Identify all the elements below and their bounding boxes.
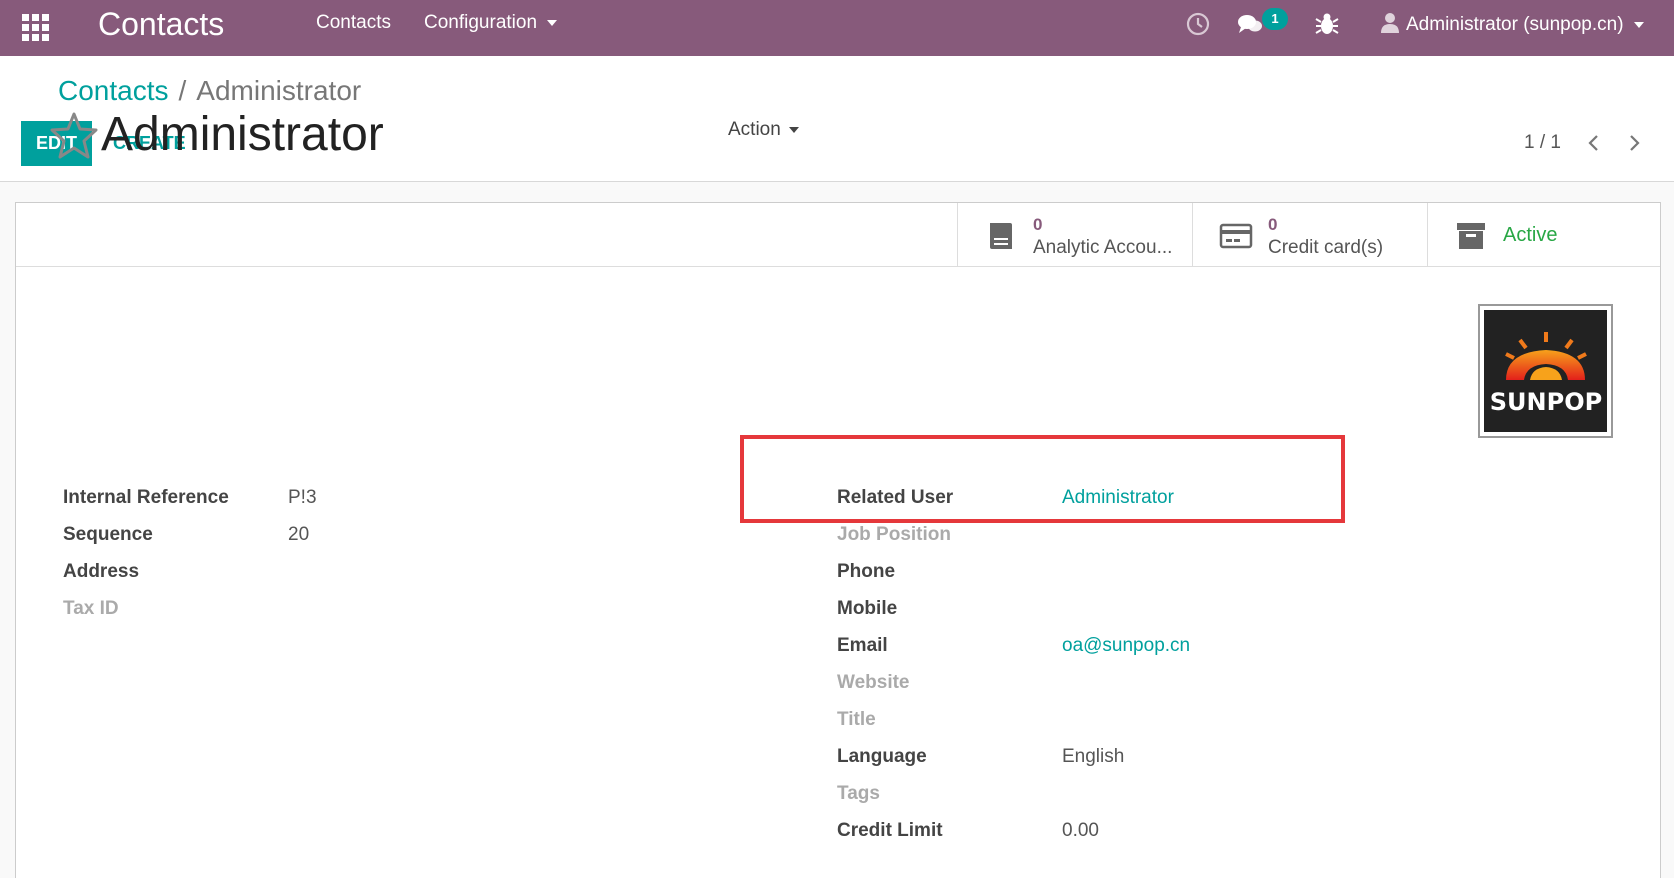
email-link[interactable]: oa@sunpop.cn bbox=[1062, 634, 1190, 658]
record-name: Administrator bbox=[101, 108, 384, 161]
breadcrumb-separator: / bbox=[178, 75, 187, 106]
book-icon bbox=[990, 223, 1012, 249]
internal-reference-value: P!3 bbox=[288, 487, 317, 508]
chevron-right-icon[interactable] bbox=[1624, 132, 1644, 154]
credit-cards-button[interactable]: 0 Credit card(s) bbox=[1192, 203, 1427, 267]
analytic-accounts-count: 0 bbox=[1033, 215, 1043, 234]
chat-icon[interactable] bbox=[1236, 10, 1264, 38]
tags-label: Tags bbox=[837, 783, 880, 804]
credit-cards-label: Credit card(s) bbox=[1268, 237, 1384, 258]
phone-label: Phone bbox=[837, 561, 896, 582]
language-value: English bbox=[1062, 746, 1125, 767]
top-navbar: Contacts Contacts Configuration 1 Admini… bbox=[0, 0, 1674, 56]
breadcrumb: Contacts / Administrator bbox=[58, 74, 361, 108]
chevron-down-icon bbox=[547, 19, 558, 26]
analytic-accounts-label: Analytic Accou... bbox=[1033, 237, 1173, 258]
breadcrumb-current: Administrator bbox=[196, 75, 362, 106]
analytic-accounts-button[interactable]: 0 Analytic Accou... bbox=[957, 203, 1192, 267]
email-label: Email bbox=[837, 635, 888, 656]
menu-configuration-label: Configuration bbox=[424, 12, 538, 33]
action-dropdown[interactable]: Action bbox=[728, 118, 799, 142]
mobile-label: Mobile bbox=[837, 598, 898, 619]
user-name: Administrator (sunpop.cn) bbox=[1406, 14, 1624, 35]
sunpop-logo: SUNPOP bbox=[1484, 310, 1607, 432]
favorite-star-icon[interactable] bbox=[48, 110, 100, 162]
pager-value[interactable]: 1 / 1 bbox=[1524, 131, 1561, 155]
user-icon bbox=[1381, 13, 1399, 33]
clock-icon[interactable] bbox=[1184, 10, 1212, 38]
menu-configuration[interactable]: Configuration bbox=[424, 11, 558, 35]
button-box: 0 Analytic Accou... 0 Credit card(s) Act… bbox=[16, 203, 1660, 267]
website-label: Website bbox=[837, 672, 910, 693]
credit-card-icon bbox=[1219, 223, 1253, 249]
active-toggle-button[interactable]: Active bbox=[1427, 203, 1662, 267]
archive-icon bbox=[1457, 223, 1485, 249]
address-label: Address bbox=[63, 561, 140, 582]
language-label: Language bbox=[837, 746, 927, 767]
sequence-label: Sequence bbox=[63, 524, 153, 545]
menu-contacts[interactable]: Contacts bbox=[316, 11, 391, 35]
tax-id-label: Tax ID bbox=[63, 598, 119, 619]
related-user-highlight-box bbox=[740, 435, 1345, 523]
action-label: Action bbox=[728, 119, 781, 140]
apps-menu-icon[interactable] bbox=[20, 12, 50, 42]
chevron-down-icon bbox=[1633, 21, 1644, 28]
internal-reference-label: Internal Reference bbox=[63, 487, 229, 508]
breadcrumb-contacts-link[interactable]: Contacts bbox=[58, 75, 169, 106]
app-brand: Contacts bbox=[98, 6, 225, 42]
credit-cards-count: 0 bbox=[1268, 215, 1278, 234]
chevron-left-icon[interactable] bbox=[1584, 132, 1604, 154]
bug-icon[interactable] bbox=[1313, 10, 1341, 38]
sun-logo-image: SUNPOP bbox=[1490, 332, 1602, 416]
user-menu[interactable]: Administrator (sunpop.cn) bbox=[1380, 11, 1644, 37]
logo-wordmark: SUNPOP bbox=[1490, 388, 1602, 416]
credit-limit-label: Credit Limit bbox=[837, 820, 943, 841]
job-position-label: Job Position bbox=[837, 524, 951, 545]
title-label: Title bbox=[837, 709, 876, 730]
message-count-badge: 1 bbox=[1262, 8, 1288, 30]
chevron-down-icon bbox=[788, 126, 799, 133]
credit-limit-value: 0.00 bbox=[1062, 820, 1099, 841]
active-label: Active bbox=[1503, 224, 1558, 246]
sequence-value: 20 bbox=[288, 524, 310, 545]
contact-avatar[interactable]: SUNPOP bbox=[1478, 304, 1613, 438]
